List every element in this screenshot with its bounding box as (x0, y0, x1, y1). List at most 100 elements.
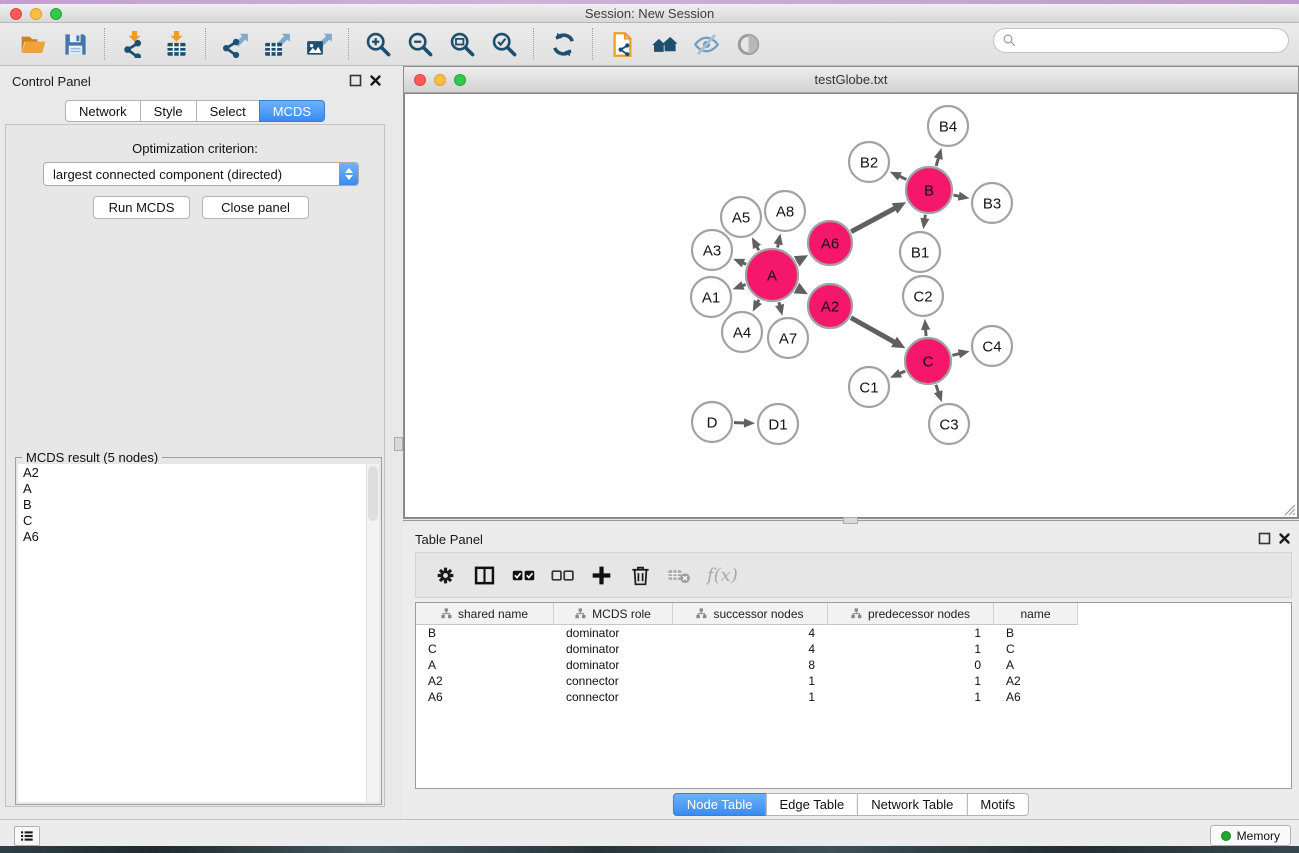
column-header-successor-nodes[interactable]: successor nodes (673, 603, 828, 625)
refresh-network-icon[interactable] (548, 29, 578, 59)
table-row[interactable]: Adominator80A (416, 657, 1291, 673)
mcds-result-item[interactable]: C (18, 512, 379, 528)
node-label: C2 (913, 288, 932, 305)
criterion-dropdown[interactable]: largest connected component (directed) (43, 162, 359, 186)
new-network-from-selection-icon[interactable] (607, 29, 637, 59)
float-icon[interactable] (349, 74, 362, 87)
vertical-split-handle[interactable] (394, 437, 403, 451)
save-icon[interactable] (60, 29, 90, 59)
tab-network[interactable]: Network (65, 100, 141, 122)
mcds-result-list[interactable]: A2ABCA6 (18, 464, 379, 802)
arrowhead-icon (920, 218, 929, 230)
arrowhead-icon (958, 192, 970, 201)
network-canvas[interactable]: B4B2BB3A5A8A6A3B1AA1C2A2A4A7C4CC1C3DD1 (404, 93, 1298, 518)
mcds-result-item[interactable]: A (18, 480, 379, 496)
control-panel-tabs: NetworkStyleSelectMCDS (65, 100, 325, 122)
tab-node-table[interactable]: Node Table (673, 793, 767, 816)
edge-A6-B[interactable] (851, 207, 896, 231)
select-all-rows-icon[interactable] (510, 562, 536, 588)
search-box[interactable] (993, 28, 1289, 53)
arrowhead-icon (934, 390, 943, 402)
control-panel-title: Control Panel (12, 74, 91, 89)
tree-sort-icon (851, 608, 862, 619)
table-cell: 1 (673, 673, 828, 689)
tree-sort-icon (575, 608, 586, 619)
main-toolbar (0, 23, 1299, 66)
table-cell: 1 (828, 673, 994, 689)
session-title: Session: New Session (0, 6, 1299, 21)
table-row[interactable]: A6connector11A6 (416, 689, 1291, 705)
import-table-icon[interactable] (161, 29, 191, 59)
horizontal-split-handle[interactable] (843, 517, 858, 524)
table-cell: 4 (673, 641, 828, 657)
table-row[interactable]: Cdominator41C (416, 641, 1291, 657)
arrowhead-icon (921, 319, 930, 330)
import-network-icon[interactable] (119, 29, 149, 59)
tab-mcds[interactable]: MCDS (259, 100, 325, 122)
node-label: A6 (821, 235, 839, 252)
memory-button[interactable]: Memory (1210, 825, 1291, 846)
close-icon[interactable] (369, 74, 382, 87)
node-label: A1 (702, 289, 720, 306)
table-cell: A (994, 657, 1078, 673)
table-cell: 1 (673, 689, 828, 705)
arrowhead-icon (774, 234, 783, 246)
tab-style[interactable]: Style (140, 100, 197, 122)
add-column-icon[interactable] (588, 562, 614, 588)
column-visibility-icon[interactable] (471, 562, 497, 588)
tab-select[interactable]: Select (196, 100, 260, 122)
mcds-result-item[interactable]: B (18, 496, 379, 512)
close-icon[interactable] (1278, 532, 1291, 545)
export-table-icon[interactable] (262, 29, 292, 59)
export-image-icon[interactable] (304, 29, 334, 59)
run-mcds-button[interactable]: Run MCDS (93, 196, 190, 219)
table-cell: dominator (554, 625, 673, 641)
open-folder-icon[interactable] (18, 29, 48, 59)
column-header-name[interactable]: name (994, 603, 1078, 625)
arrowhead-icon (733, 281, 745, 290)
memory-status-icon (1221, 831, 1231, 841)
hide-graphics-details-icon[interactable] (691, 29, 721, 59)
table-cell: dominator (554, 657, 673, 673)
table-cell: A2 (416, 673, 554, 689)
table-cell: A6 (416, 689, 554, 705)
node-label: C (923, 353, 934, 370)
deselect-all-rows-icon[interactable] (549, 562, 575, 588)
table-row[interactable]: A2connector11A2 (416, 673, 1291, 689)
delete-columns-icon[interactable] (627, 562, 653, 588)
close-panel-button[interactable]: Close panel (202, 196, 309, 219)
tab-motifs[interactable]: Motifs (966, 793, 1029, 816)
table-cell: 4 (673, 625, 828, 641)
zoom-out-icon[interactable] (405, 29, 435, 59)
function-builder-icon: f(x) (707, 565, 738, 586)
show-graphics-details-icon[interactable] (733, 29, 763, 59)
search-input[interactable] (1022, 33, 1288, 48)
mcds-result-item[interactable]: A2 (18, 464, 379, 480)
panel-selector-button[interactable] (14, 826, 40, 846)
export-network-icon[interactable] (220, 29, 250, 59)
table-row[interactable]: Bdominator41B (416, 625, 1291, 641)
node-label: A4 (733, 324, 751, 341)
float-icon[interactable] (1258, 532, 1271, 545)
tab-edge-table[interactable]: Edge Table (765, 793, 858, 816)
table-settings-gear-icon[interactable] (432, 562, 458, 588)
desktop-strip-bottom (0, 846, 1299, 853)
column-header-shared-name[interactable]: shared name (416, 603, 554, 625)
scrollbar[interactable] (366, 464, 379, 802)
resize-grip-icon[interactable] (1282, 502, 1296, 516)
tab-network-table[interactable]: Network Table (857, 793, 967, 816)
zoom-fit-icon[interactable] (447, 29, 477, 59)
zoom-in-icon[interactable] (363, 29, 393, 59)
network-window-titlebar[interactable]: testGlobe.txt (404, 67, 1298, 93)
mcds-result-item[interactable]: A6 (18, 528, 379, 544)
show-all-networks-icon[interactable] (649, 29, 679, 59)
zoom-selected-icon[interactable] (489, 29, 519, 59)
edge-A2-C[interactable] (851, 318, 896, 343)
column-header-predecessor-nodes[interactable]: predecessor nodes (828, 603, 994, 625)
mcds-result-box: MCDS result (5 nodes) A2ABCA6 (15, 457, 382, 805)
table-cell: connector (554, 673, 673, 689)
network-graph[interactable]: B4B2BB3A5A8A6A3B1AA1C2A2A4A7C4CC1C3DD1 (404, 93, 1298, 518)
column-header-MCDS-role[interactable]: MCDS role (554, 603, 673, 625)
tree-sort-icon (441, 608, 452, 619)
mcds-result-title: MCDS result (5 nodes) (22, 450, 162, 465)
